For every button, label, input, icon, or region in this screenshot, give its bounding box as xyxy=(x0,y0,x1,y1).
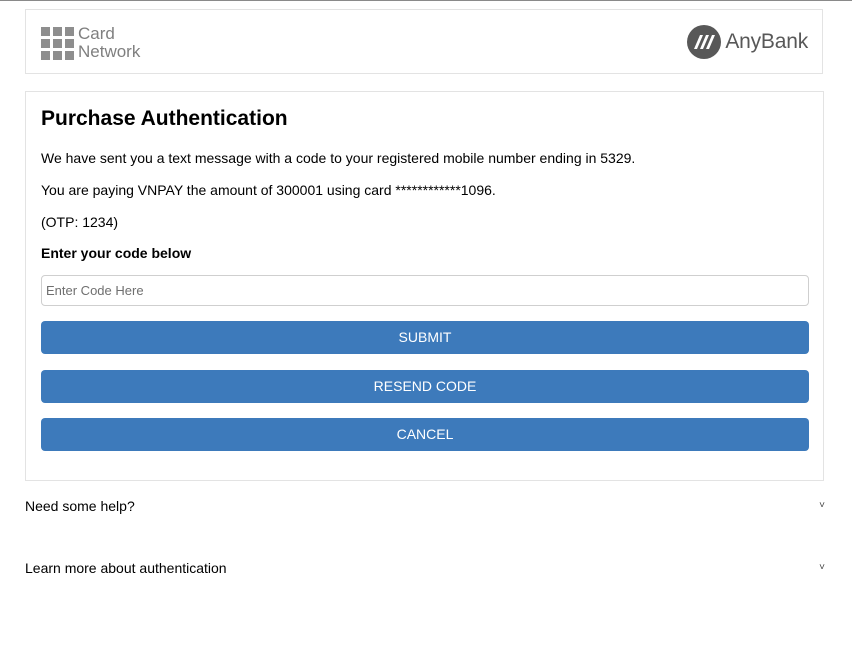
resend-code-button[interactable]: RESEND CODE xyxy=(41,370,809,403)
card-network-logo: Card Network xyxy=(41,25,140,61)
authentication-panel: Purchase Authentication We have sent you… xyxy=(25,91,824,481)
submit-button[interactable]: SUBMIT xyxy=(41,321,809,354)
cancel-button[interactable]: CANCEL xyxy=(41,418,809,451)
header-bar: Card Network AnyBank xyxy=(25,9,823,74)
payment-details-text: You are paying VNPAY the amount of 30000… xyxy=(41,182,496,198)
card-network-grid-icon xyxy=(41,26,74,60)
anybank-logo-icon xyxy=(687,25,722,59)
learn-more-label: Learn more about authentication xyxy=(25,560,227,576)
chevron-down-icon: ˅ xyxy=(819,500,825,511)
card-network-line2: Network xyxy=(78,42,141,61)
top-divider xyxy=(0,0,852,1)
code-input-label: Enter your code below xyxy=(41,245,192,261)
sent-message-text: We have sent you a text message with a c… xyxy=(41,150,636,166)
otp-hint-text: (OTP: 1234) xyxy=(41,214,119,230)
need-help-label: Need some help? xyxy=(25,498,135,514)
page-title: Purchase Authentication xyxy=(41,107,288,130)
learn-more-accordion[interactable]: Learn more about authentication ˅ xyxy=(25,558,825,578)
card-network-line1: Card xyxy=(78,24,115,43)
anybank-logo: AnyBank xyxy=(687,25,808,59)
card-network-text: Card Network xyxy=(78,25,140,61)
need-help-accordion[interactable]: Need some help? ˅ xyxy=(25,496,825,516)
bank-name: AnyBank xyxy=(725,30,808,53)
code-input[interactable] xyxy=(41,275,809,306)
chevron-down-icon: ˅ xyxy=(819,562,825,573)
